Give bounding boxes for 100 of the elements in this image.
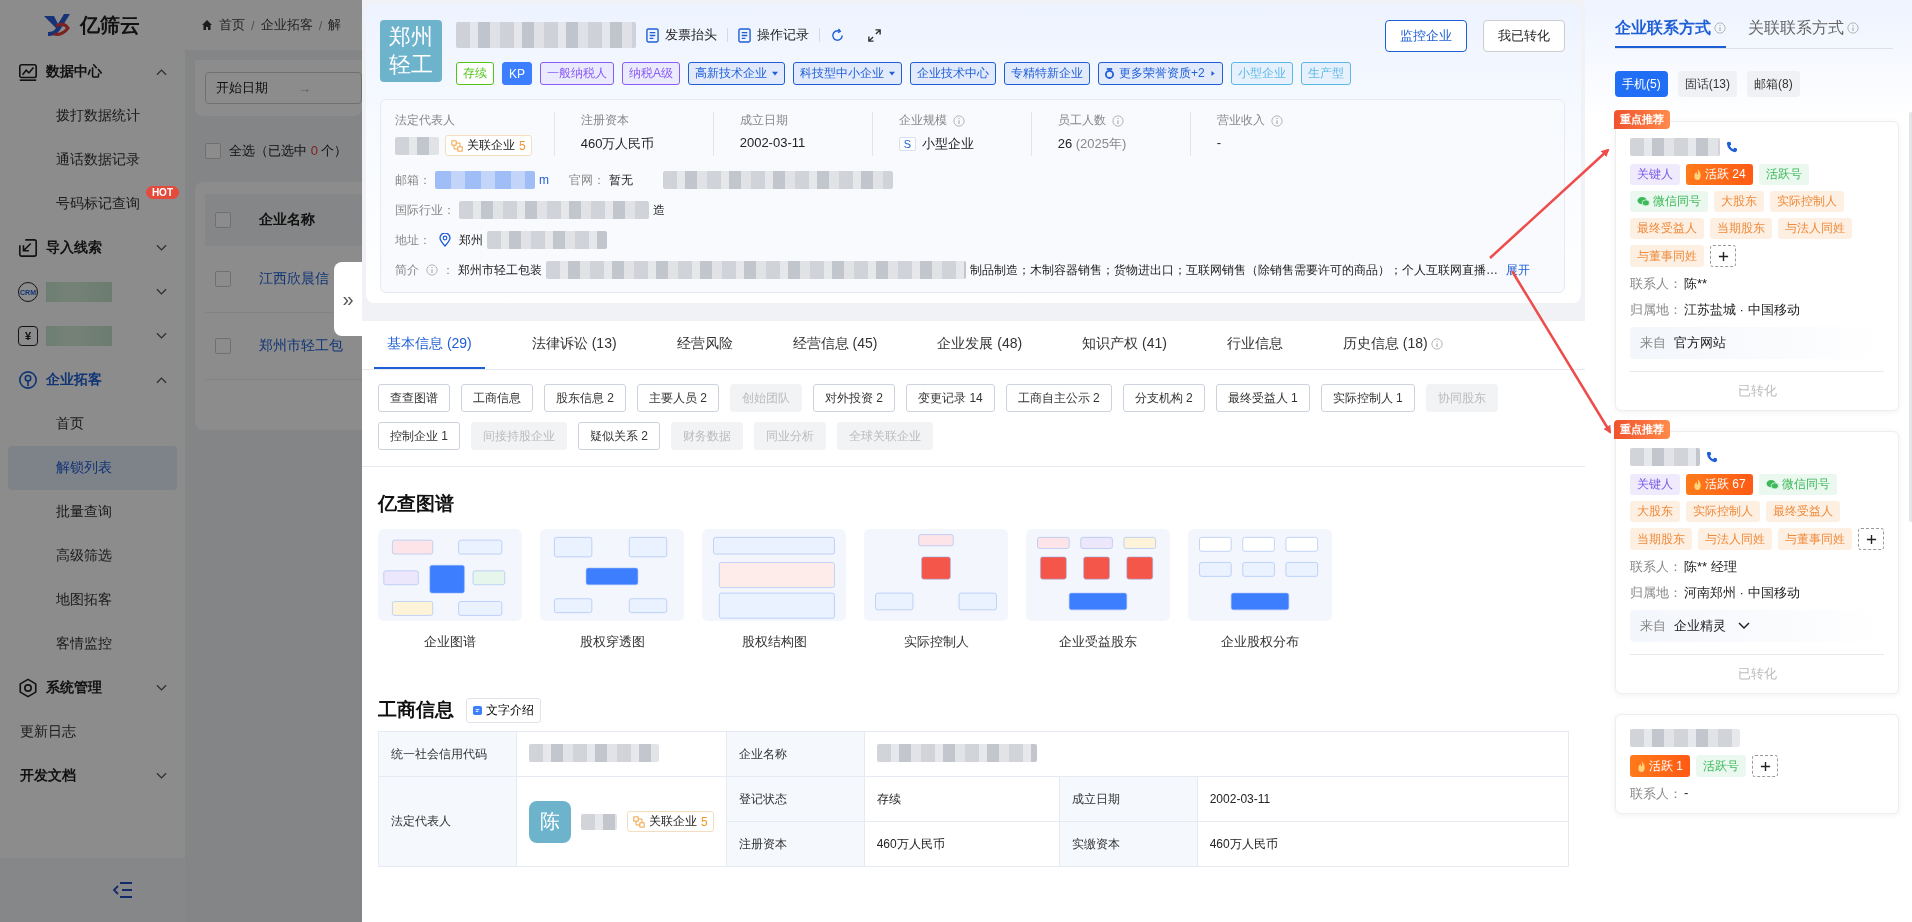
diagram-label[interactable]: 实际控制人 <box>903 633 969 651</box>
info-icon[interactable] <box>1430 338 1443 350</box>
diagram-thumbnail[interactable] <box>864 529 1008 621</box>
info-icon[interactable] <box>952 114 965 127</box>
diagram-label[interactable]: 股权穿透图 <box>579 633 645 651</box>
section-button[interactable]: 查查图谱 <box>378 384 450 412</box>
expand-drawer-button[interactable]: » <box>334 262 362 336</box>
info-icon[interactable] <box>426 264 438 276</box>
checkbox[interactable] <box>205 143 221 159</box>
tab[interactable]: 知识产权 (41) <box>1069 321 1180 369</box>
diagram-thumbnail[interactable] <box>1188 529 1332 621</box>
section-button[interactable]: 对外投资 2 <box>813 384 896 412</box>
toolbar-button[interactable]: 操作记录 <box>738 26 809 44</box>
menu-item[interactable]: 号码标记查询 <box>8 182 141 226</box>
add-tag-button[interactable] <box>1858 528 1884 550</box>
section-button[interactable]: 疑似关系 2 <box>578 422 661 450</box>
tab[interactable]: 行业信息 <box>1214 321 1296 369</box>
tab[interactable]: 经营风险 <box>663 321 746 369</box>
diagram-thumbnail[interactable] <box>1026 529 1170 621</box>
breadcrumb-link[interactable]: 解 <box>328 16 342 34</box>
section-button[interactable]: 实际控制人 1 <box>1320 384 1415 412</box>
contact-tag: 关键人 <box>1630 474 1680 495</box>
field-value: 460万人民币 <box>580 135 655 153</box>
tab[interactable]: 企业发展 (48) <box>924 321 1036 369</box>
menu-item[interactable]: 更新日志 <box>0 710 185 754</box>
menu-group[interactable]: 数据中心 <box>0 50 185 94</box>
refresh-icon[interactable] <box>830 27 845 43</box>
company-link[interactable]: 江西欣晨信 <box>259 270 329 288</box>
menu-item[interactable]: 高级筛选 <box>8 534 177 578</box>
info-icon[interactable] <box>1714 22 1726 34</box>
diagram-thumbnail[interactable] <box>378 529 522 621</box>
menu-group[interactable]: 企业拓客 <box>0 358 185 402</box>
text-intro-button[interactable]: 文字介绍 <box>466 697 541 723</box>
company-tag[interactable]: 更多荣誉资质+2 <box>1098 62 1223 85</box>
section-button[interactable]: 工商信息 <box>461 384 533 412</box>
tab[interactable]: 关联联系方式 <box>1748 10 1859 48</box>
diagram-label[interactable]: 企业图谱 <box>424 633 476 651</box>
menu-item[interactable]: 地图拓客 <box>8 578 177 622</box>
filter-chip[interactable]: 邮箱(8) <box>1747 71 1800 97</box>
menu-item[interactable]: 拨打数据统计 <box>8 94 177 138</box>
section-button[interactable]: 股东信息 2 <box>544 384 626 412</box>
toolbar-button[interactable]: 发票抬头 <box>646 26 717 44</box>
action-button[interactable]: 我已转化 <box>1483 20 1565 52</box>
date-range-field[interactable]: 开始日期 → <box>205 72 362 104</box>
section-button[interactable]: 主要人员 2 <box>637 384 720 412</box>
menu-group[interactable]: ¥ <box>0 314 185 358</box>
tab[interactable]: 基本信息 (29) <box>374 321 485 369</box>
filter-chip[interactable]: 固话(13) <box>1677 71 1737 97</box>
filter-chip[interactable]: 手机(5) <box>1615 71 1668 97</box>
menu-item[interactable]: 首页 <box>8 402 177 446</box>
action-button[interactable]: 监控企业 <box>1385 20 1467 52</box>
section-button[interactable]: 变更记录 14 <box>906 384 995 412</box>
add-tag-button[interactable] <box>1710 245 1736 267</box>
related-companies-link[interactable]: 关联企业 5 <box>445 135 532 156</box>
menu-item[interactable]: 客情监控 <box>8 622 177 666</box>
company-tag[interactable]: 高新技术企业 <box>688 62 786 85</box>
email-link[interactable]: m <box>539 173 549 187</box>
expand-icon[interactable] <box>867 27 882 43</box>
menu-item[interactable]: 解锁列表 <box>8 446 177 490</box>
tab[interactable]: 历史信息 (18) <box>1330 321 1456 369</box>
diagram-thumbnail[interactable] <box>702 529 846 621</box>
info-icon[interactable] <box>1847 22 1859 34</box>
breadcrumb-link[interactable]: 企业拓客 <box>260 16 313 34</box>
menu-item[interactable]: 通话数据记录 <box>8 138 177 182</box>
field-label: 简介 <box>395 261 419 279</box>
section-button[interactable]: 工商自主公示 2 <box>1005 384 1112 412</box>
checkbox[interactable] <box>215 212 231 228</box>
info-icon[interactable] <box>1111 114 1124 127</box>
phone-icon[interactable] <box>1706 451 1718 463</box>
related-companies-link[interactable]: 关联企业 5 <box>627 811 714 832</box>
phone-icon[interactable] <box>1726 141 1738 153</box>
menu-group[interactable]: 导入线索 <box>0 226 185 270</box>
add-tag-button[interactable] <box>1752 755 1778 777</box>
contact-tag: 当期股东 <box>1710 218 1772 239</box>
blurred-text <box>46 326 112 346</box>
company-tag: 小型企业 <box>1230 62 1293 85</box>
collapse-menu-icon[interactable] <box>111 881 134 899</box>
chevron-down-icon[interactable] <box>1738 622 1750 630</box>
company-tag[interactable]: 科技型中小企业 <box>793 62 903 85</box>
section-button[interactable]: 分支机构 2 <box>1122 384 1205 412</box>
field-value: 2002-03-11 <box>739 135 806 150</box>
menu-group[interactable]: 系统管理 <box>0 666 185 710</box>
section-button[interactable]: 最终受益人 1 <box>1215 384 1310 412</box>
menu-group[interactable]: 开发文档 <box>0 754 185 798</box>
menu-item[interactable]: 批量查询 <box>8 490 177 534</box>
diagram-label[interactable]: 企业受益股东 <box>1059 633 1137 651</box>
breadcrumb-link[interactable]: 首页 <box>219 16 245 34</box>
money-icon: ¥ <box>18 326 38 346</box>
diagram-label[interactable]: 股权结构图 <box>741 633 807 651</box>
diagram-label[interactable]: 企业股权分布 <box>1221 633 1299 651</box>
tab[interactable]: 法律诉讼 (13) <box>518 321 630 369</box>
tab[interactable]: 企业联系方式 <box>1615 10 1726 48</box>
table-cell: 企业名称 <box>726 731 865 777</box>
checkbox[interactable] <box>215 271 231 287</box>
checkbox[interactable] <box>215 338 231 354</box>
section-button[interactable]: 控制企业 1 <box>378 422 460 450</box>
info-icon[interactable] <box>1270 114 1283 127</box>
company-link[interactable]: 郑州市轻工包 <box>259 337 343 355</box>
diagram-thumbnail[interactable] <box>540 529 684 621</box>
tab[interactable]: 经营信息 (45) <box>779 321 891 369</box>
